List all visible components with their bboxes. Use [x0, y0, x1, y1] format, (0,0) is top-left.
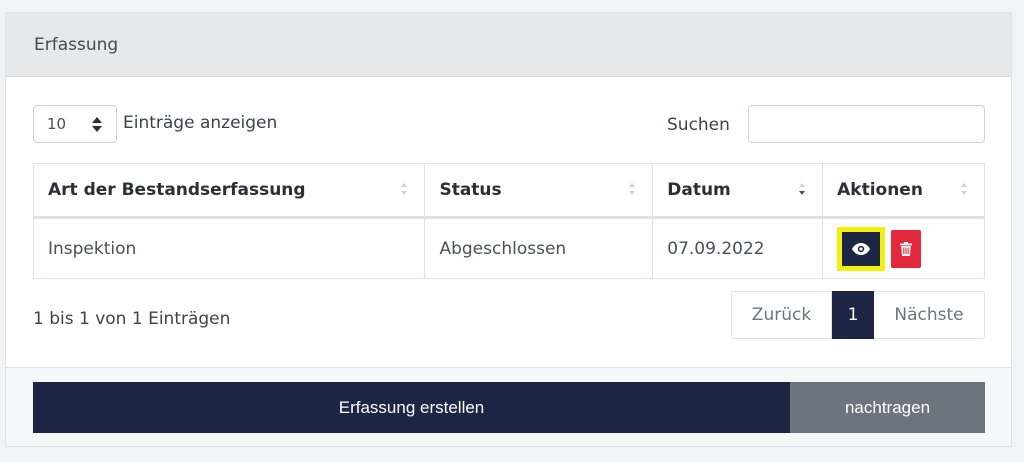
card-title: Erfassung: [34, 34, 119, 55]
delete-button[interactable]: [891, 229, 922, 268]
search-input[interactable]: [748, 105, 985, 143]
pagination-next[interactable]: Nächste: [874, 291, 985, 339]
table-header-row: Art der Bestandserfassung Status Datum A…: [32, 163, 985, 219]
eye-icon: [852, 242, 871, 255]
column-header-datum[interactable]: Datum: [652, 163, 824, 219]
erfassung-card: Erfassung 10 Einträge anzeigen Suchen Ar…: [5, 12, 1012, 447]
sort-icon: [400, 183, 408, 199]
erfassung-table: Art der Bestandserfassung Status Datum A…: [32, 163, 985, 279]
sort-icon: [628, 183, 636, 199]
entries-info: 1 bis 1 von 1 Einträgen: [33, 309, 231, 329]
entries-length-label: Einträge anzeigen: [123, 113, 278, 133]
search-label: Suchen: [667, 115, 730, 135]
pagination-page-1[interactable]: 1: [832, 291, 874, 339]
create-erfassung-button[interactable]: Erfassung erstellen: [33, 382, 790, 433]
cell-actions: [822, 217, 985, 279]
trash-icon: [900, 241, 913, 256]
table-controls: 10 Einträge anzeigen Suchen: [33, 105, 985, 145]
cell-art: Inspektion: [32, 217, 426, 279]
entries-length-value: 10: [47, 115, 67, 133]
card-header: Erfassung: [6, 13, 1011, 77]
cell-status: Abgeschlossen: [424, 217, 654, 279]
cell-datum: 07.09.2022: [652, 217, 824, 279]
column-header-status[interactable]: Status: [424, 163, 654, 219]
table-row: Inspektion Abgeschlossen 07.09.2022: [32, 217, 985, 279]
select-arrows-icon: [92, 115, 102, 133]
sort-desc-icon: [798, 183, 806, 199]
sort-icon: [960, 183, 968, 199]
entries-length-select[interactable]: 10: [33, 105, 117, 143]
column-header-aktionen[interactable]: Aktionen: [822, 163, 985, 219]
nachtragen-button[interactable]: nachtragen: [790, 382, 985, 433]
column-header-art[interactable]: Art der Bestandserfassung: [32, 163, 426, 219]
view-button[interactable]: [837, 226, 886, 271]
pagination-prev[interactable]: Zurück: [731, 291, 832, 339]
pagination: Zurück 1 Nächste: [731, 291, 985, 339]
